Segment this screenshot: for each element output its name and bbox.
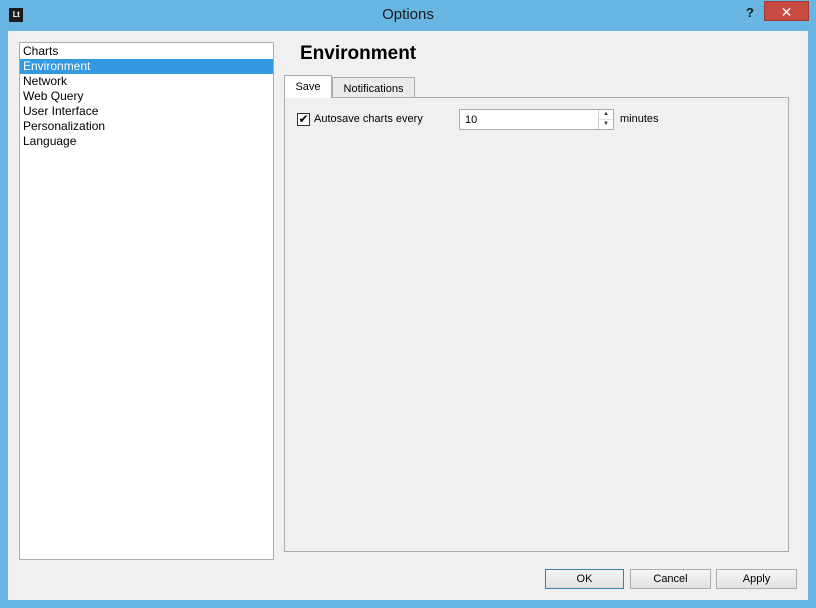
category-list[interactable]: Charts Environment Network Web Query Use…	[19, 42, 274, 560]
category-item-web-query[interactable]: Web Query	[20, 89, 273, 104]
tab-notifications[interactable]: Notifications	[332, 77, 415, 99]
spin-down-arrow-icon[interactable]: ▼	[599, 120, 613, 129]
autosave-checkbox[interactable]: ✔	[297, 113, 310, 126]
section-title: Environment	[300, 43, 417, 64]
window-title: Options	[382, 6, 434, 23]
autosave-interval-spinbox[interactable]: ▲ ▼	[459, 109, 614, 130]
tab-save[interactable]: Save	[284, 75, 332, 98]
autosave-label[interactable]: Autosave charts every	[314, 113, 423, 125]
category-item-environment[interactable]: Environment	[20, 59, 273, 74]
category-item-charts[interactable]: Charts	[20, 44, 273, 59]
options-window: Lt Options ? ✕ Charts Environment Networ…	[0, 0, 816, 608]
category-item-user-interface[interactable]: User Interface	[20, 104, 273, 119]
checkmark-icon: ✔	[298, 112, 309, 126]
dialog-client-area: Charts Environment Network Web Query Use…	[8, 31, 808, 600]
interval-unit-label: minutes	[620, 113, 659, 125]
category-item-network[interactable]: Network	[20, 74, 273, 89]
save-tab-panel: ✔ Autosave charts every ▲ ▼ minutes	[284, 97, 789, 552]
spin-up-arrow-icon[interactable]: ▲	[599, 110, 613, 120]
cancel-button[interactable]: Cancel	[630, 569, 711, 589]
help-button[interactable]: ?	[740, 2, 760, 24]
apply-button[interactable]: Apply	[716, 569, 797, 589]
category-item-language[interactable]: Language	[20, 134, 273, 149]
title-bar[interactable]: Lt Options ? ✕	[0, 0, 816, 30]
ok-button[interactable]: OK	[545, 569, 624, 589]
autosave-interval-input[interactable]	[460, 110, 596, 129]
close-button[interactable]: ✕	[764, 1, 809, 21]
category-item-personalization[interactable]: Personalization	[20, 119, 273, 134]
spin-buttons: ▲ ▼	[598, 110, 613, 129]
close-icon: ✕	[780, 4, 793, 20]
